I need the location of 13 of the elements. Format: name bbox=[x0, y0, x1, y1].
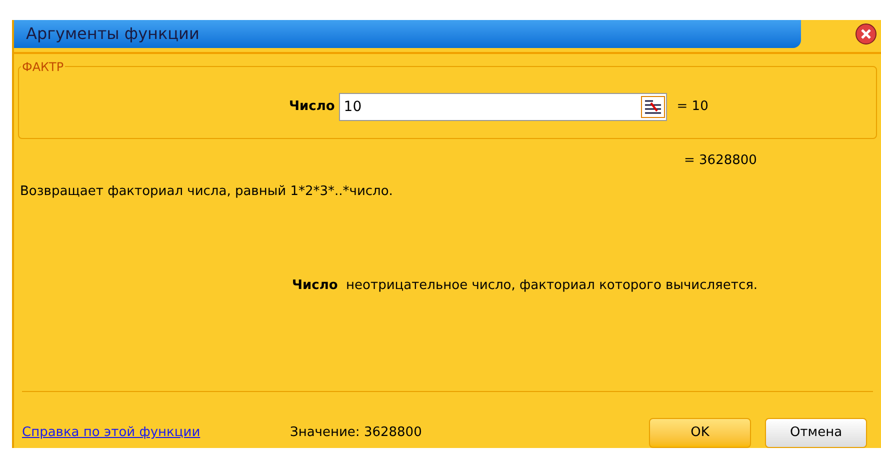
close-icon[interactable] bbox=[855, 22, 877, 45]
formula-result: = 3628800 bbox=[684, 152, 758, 170]
value-text: Значение: 3628800 bbox=[290, 424, 422, 442]
argument-field[interactable]: 10 bbox=[338, 93, 667, 122]
collapse-dialog-icon[interactable] bbox=[640, 96, 665, 118]
argument-result: = 10 bbox=[676, 98, 708, 116]
ok-button[interactable]: OK bbox=[649, 418, 751, 448]
function-description: Возвращает факториал числа, равный 1*2*3*..*число. bbox=[20, 183, 394, 202]
argument-label: Число bbox=[289, 98, 335, 116]
help-link[interactable]: Справка по этой функции bbox=[22, 423, 290, 443]
cancel-button[interactable]: Отмена bbox=[765, 418, 867, 448]
argument-description: Число неотрицательное число, факториал которого вычисляется. bbox=[292, 278, 758, 293]
window-title: Аргументы функции bbox=[26, 22, 200, 45]
